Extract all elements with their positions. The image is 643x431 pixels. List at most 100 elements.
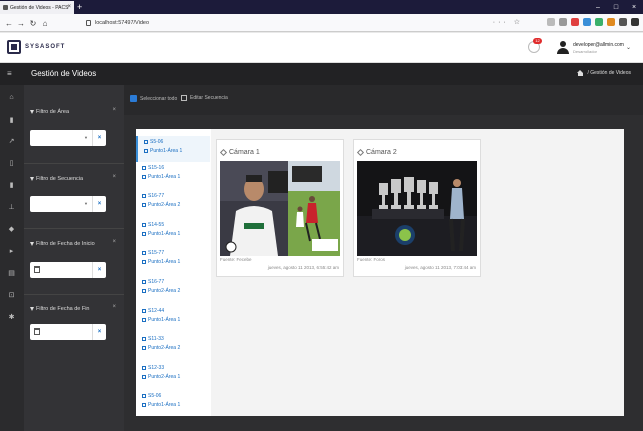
camera-source: Fuente: Foros [357, 257, 386, 262]
divider [24, 228, 124, 229]
filter-icon [30, 177, 34, 181]
hamburger-menu-icon[interactable]: ≡ [7, 69, 12, 78]
list-item[interactable]: S5-06 Punto1-Área 1 [136, 136, 210, 162]
film-icon[interactable]: ▤ [7, 268, 16, 277]
menu-icon[interactable] [631, 18, 639, 26]
camera-date: jueves, agosto 11 2013, 6:55:42 am [267, 265, 339, 270]
edit-sequence-button[interactable]: Editar Secuencia [181, 95, 228, 101]
edit-sequence-label: Editar Secuencia [190, 95, 228, 101]
user-email[interactable]: developer@allmin.com [573, 42, 624, 48]
document-icon[interactable]: ▯ [7, 158, 16, 167]
sitemap-icon[interactable]: ⊥ [7, 202, 16, 211]
camera-card[interactable]: Cámara 2 Fuente: Foros jueves, agosto 11… [353, 139, 481, 277]
start-date-input[interactable]: × [30, 262, 106, 278]
logo[interactable]: SYSASOFT [7, 40, 65, 54]
content-panel: S5-06 Punto1-Área 1 S15-16 Punto1-Área 1… [136, 129, 624, 416]
settings-icon[interactable]: ✱ [7, 312, 16, 321]
end-date-input[interactable]: × [30, 324, 106, 340]
chevron-down-icon[interactable]: ⌄ [626, 44, 631, 51]
area-icon [142, 232, 146, 236]
tag-icon [219, 148, 228, 157]
page-info-icon[interactable] [86, 20, 91, 26]
extension-icon[interactable] [595, 18, 603, 26]
browser-tab[interactable]: Gestión de Videos - PACS × [0, 1, 74, 14]
dashboard-icon[interactable]: ⌂ [7, 93, 16, 102]
home-nav-icon[interactable]: ⌂ [39, 17, 51, 29]
start-date-filter: Filtro de Fecha de Inicio × [30, 239, 118, 247]
list-item[interactable]: S14-55 Punto1-Área 1 [136, 222, 210, 237]
minimize-icon[interactable]: – [589, 0, 607, 14]
calendar-icon[interactable] [34, 328, 40, 335]
toolbar: Seleccionar todo Editar Secuencia [124, 85, 643, 115]
clear-sequence-button[interactable]: × [92, 196, 106, 212]
film-icon [144, 140, 148, 144]
list-item[interactable]: S12-33 Punto2-Área 1 [136, 365, 210, 380]
sequence-select[interactable]: ▼ × [30, 196, 106, 212]
area-icon [142, 375, 146, 379]
film-icon [142, 223, 146, 227]
sidebar-toggle-icon[interactable] [559, 18, 567, 26]
select-all-button[interactable]: Seleccionar todo [130, 95, 177, 102]
sequence-code: S12-33 [148, 365, 165, 371]
checkbox-icon [130, 95, 137, 102]
list-item[interactable]: S16-77 Punto2-Área 2 [136, 279, 210, 294]
close-icon[interactable]: × [112, 239, 116, 245]
reload-icon[interactable]: ↻ [27, 17, 39, 29]
new-tab-button[interactable]: + [77, 1, 82, 13]
camera-grid: Cámara 1 Fuente: Fecebe jueves, agosto 1… [211, 129, 624, 416]
maximize-icon[interactable]: □ [607, 0, 625, 14]
sequence-code: S5-06 [148, 393, 162, 399]
list-item[interactable]: S11-33 Punto2-Área 2 [136, 336, 210, 351]
mobile-icon[interactable]: ▮ [7, 180, 16, 189]
line-chart-icon[interactable]: ↗ [7, 136, 16, 145]
tag-icon[interactable]: ◆ [7, 224, 16, 233]
filter-icon [30, 110, 34, 114]
close-icon[interactable]: × [112, 304, 116, 310]
library-icon[interactable] [547, 18, 555, 26]
extension-icon[interactable] [571, 18, 579, 26]
close-tab-icon[interactable]: × [67, 4, 71, 10]
sequence-filter: Filtro de Secuencia × [30, 174, 118, 182]
list-item[interactable]: S5-06 Punto1-Área 1 [136, 393, 210, 408]
list-item[interactable]: S16-77 Punto2-Área 2 [136, 193, 210, 208]
page-titlebar: ≡ Gestión de Videos / Gestión de Videos [0, 63, 643, 85]
breadcrumb: / Gestión de Videos [577, 70, 631, 76]
list-item[interactable]: S12-44 Punto1-Área 1 [136, 308, 210, 323]
avatar[interactable] [557, 41, 569, 55]
camera-source: Fuente: Fecebe [220, 257, 252, 262]
video-thumbnail[interactable] [220, 161, 340, 256]
sequence-code: S5-06 [150, 139, 164, 145]
import-icon[interactable]: ⊡ [7, 290, 16, 299]
page-actions[interactable]: ··· ☆ [493, 18, 523, 26]
calendar-icon[interactable] [34, 266, 40, 273]
sequence-code: S11-33 [148, 336, 164, 342]
video-icon[interactable]: ▸ [7, 246, 16, 255]
camera-card[interactable]: Cámara 1 Fuente: Fecebe jueves, agosto 1… [216, 139, 344, 277]
close-icon[interactable]: × [112, 107, 116, 113]
close-window-icon[interactable]: × [625, 0, 643, 14]
film-icon [142, 366, 146, 370]
sequence-area: Punto1-Área 1 [148, 402, 181, 408]
camera-title: Cámara 1 [229, 149, 260, 156]
extension-icon[interactable] [607, 18, 615, 26]
video-thumbnail[interactable] [357, 161, 477, 256]
close-icon[interactable]: × [112, 174, 116, 180]
browser-navbar: ← → ↻ ⌂ localhost:57497/Video ··· ☆ [0, 14, 643, 32]
film-icon [142, 337, 146, 341]
sequence-code: S15-77 [148, 250, 165, 256]
home-icon[interactable] [577, 70, 584, 76]
bar-chart-icon[interactable]: ▮ [7, 115, 16, 124]
back-icon[interactable]: ← [3, 17, 15, 29]
sequence-area: Punto2-Área 2 [148, 345, 181, 351]
extension-icon[interactable] [619, 18, 627, 26]
forward-icon[interactable]: → [15, 17, 27, 29]
list-item[interactable]: S15-77 Punto1-Área 1 [136, 250, 210, 265]
clear-end-date-button[interactable]: × [92, 324, 106, 340]
clear-area-button[interactable]: × [92, 130, 106, 146]
list-item[interactable]: S15-16 Punto1-Área 1 [136, 165, 210, 180]
extension-icon[interactable] [583, 18, 591, 26]
address-bar[interactable]: localhost:57497/Video [86, 17, 526, 29]
area-select[interactable]: ▼ × [30, 130, 106, 146]
clear-start-date-button[interactable]: × [92, 262, 106, 278]
camera-date: jueves, agosto 11 2013, 7:03:44 am [404, 265, 476, 270]
